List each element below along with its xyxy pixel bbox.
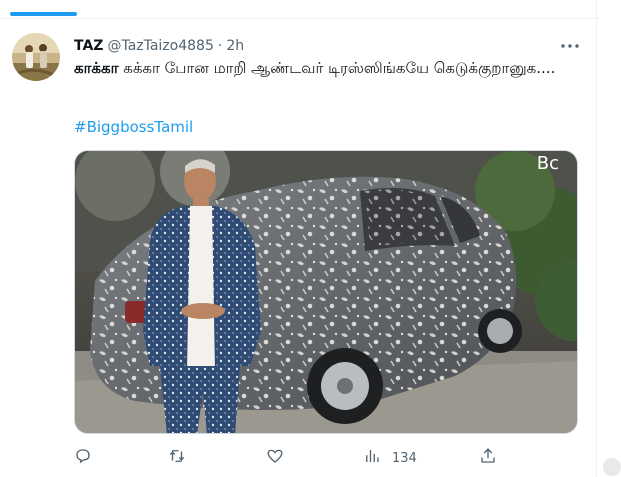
author-handle[interactable]: @TazTaizo4885 [107,38,213,54]
share-button[interactable] [479,446,497,470]
tweet-actions: 134 [74,446,514,470]
tweet-text-bold: காக்கா [74,59,119,77]
divider [0,18,599,19]
reply-icon [74,447,92,469]
share-icon [479,447,497,469]
tweet-header: TAZ @TazTaizo4885 · 2h [74,36,244,56]
like-button[interactable] [266,446,284,470]
retweet-button[interactable] [168,446,186,470]
media-watermark: Bc [536,153,559,174]
tweet-text: காக்கா கக்கா போன மாறி ஆண்டவர் டிரஸ்ஸிங்க… [74,58,584,79]
tweet-media-image[interactable]: Bc [74,150,578,434]
separator-dot: · [217,38,223,54]
views-icon [363,447,381,469]
hashtag-link[interactable]: #BiggbossTamil [74,117,193,137]
timestamp[interactable]: 2h [226,38,244,54]
floating-badge [603,458,621,476]
views-count: 134 [392,450,417,466]
heart-icon [266,447,284,469]
column-border [596,0,597,477]
active-tab-indicator [10,12,77,16]
retweet-icon [168,447,186,469]
reply-button[interactable] [74,446,92,470]
author-name[interactable]: TAZ [74,38,103,54]
more-icon[interactable] [558,35,582,57]
avatar[interactable] [12,33,60,81]
views-button[interactable]: 134 [363,446,417,470]
tweet-text-body: கக்கா போன மாறி ஆண்டவர் டிரஸ்ஸிங்கயே கெடு… [118,59,556,77]
